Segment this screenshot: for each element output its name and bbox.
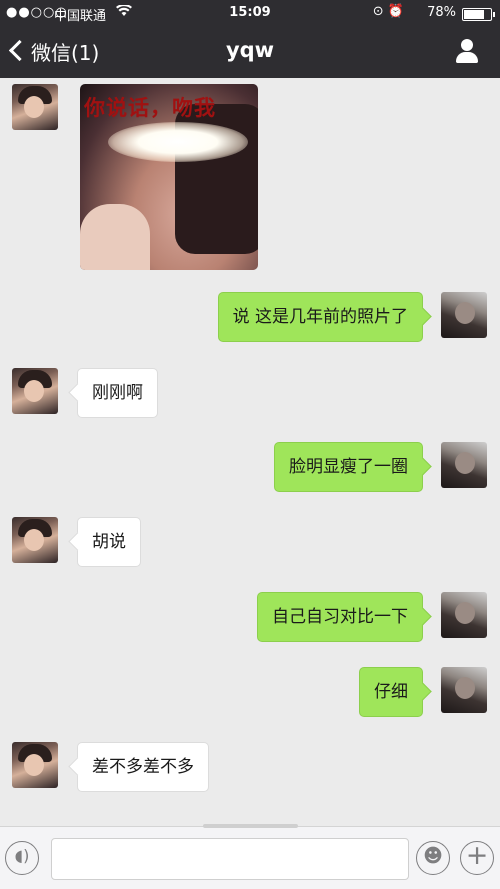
message-bubble[interactable]: 仔细 [359, 667, 423, 717]
battery-fill [464, 10, 484, 19]
photo-finger [80, 204, 150, 270]
my-avatar[interactable] [441, 292, 487, 338]
drag-handle[interactable] [203, 824, 298, 828]
contact-avatar[interactable] [12, 517, 58, 563]
status-bar: ●●○○○ 中国联通 15:09 ⊙ ⏰ 78% [0, 0, 500, 26]
alarm-icon: ⊙ ⏰ [372, 4, 404, 19]
person-icon[interactable] [454, 38, 480, 64]
battery-percent: 78% [427, 5, 456, 20]
clock: 15:09 [229, 5, 271, 20]
image-caption: 你说话，吻我 [84, 95, 216, 120]
voice-icon[interactable]: ◖) [5, 841, 39, 875]
emoji-icon[interactable]: ☻ [416, 841, 450, 875]
person-head [461, 39, 473, 51]
image-message[interactable]: 你说话，吻我 [80, 84, 258, 270]
battery-icon [462, 8, 495, 21]
chat-title: yqw [225, 38, 275, 62]
my-avatar[interactable] [441, 442, 487, 488]
message-input[interactable] [51, 838, 409, 880]
message-bubble[interactable]: 胡说 [77, 517, 141, 567]
message-bubble[interactable]: 脸明显瘦了一圈 [274, 442, 423, 492]
plus-icon[interactable]: + [460, 840, 494, 875]
my-avatar[interactable] [441, 667, 487, 713]
contact-avatar[interactable] [12, 84, 58, 130]
input-bar: ◖) ☻ + [0, 824, 500, 889]
nav-bar: 微信(1) yqw [0, 26, 500, 78]
message-bubble[interactable]: 自己自习对比一下 [257, 592, 423, 642]
contact-avatar[interactable] [12, 742, 58, 788]
contact-avatar[interactable] [12, 368, 58, 414]
message-bubble[interactable]: 说 这是几年前的照片了 [217, 292, 423, 342]
person-body [456, 52, 478, 63]
my-avatar[interactable] [441, 592, 487, 638]
message-bubble[interactable]: 差不多差不多 [77, 742, 209, 792]
message-bubble[interactable]: 刚刚啊 [77, 368, 158, 418]
chat-area[interactable]: 你说话，吻我 说 这是几年前的照片了 刚刚啊 脸明显瘦了一圈 胡说 自己自习对比… [0, 78, 500, 826]
photo-glow [108, 122, 248, 162]
